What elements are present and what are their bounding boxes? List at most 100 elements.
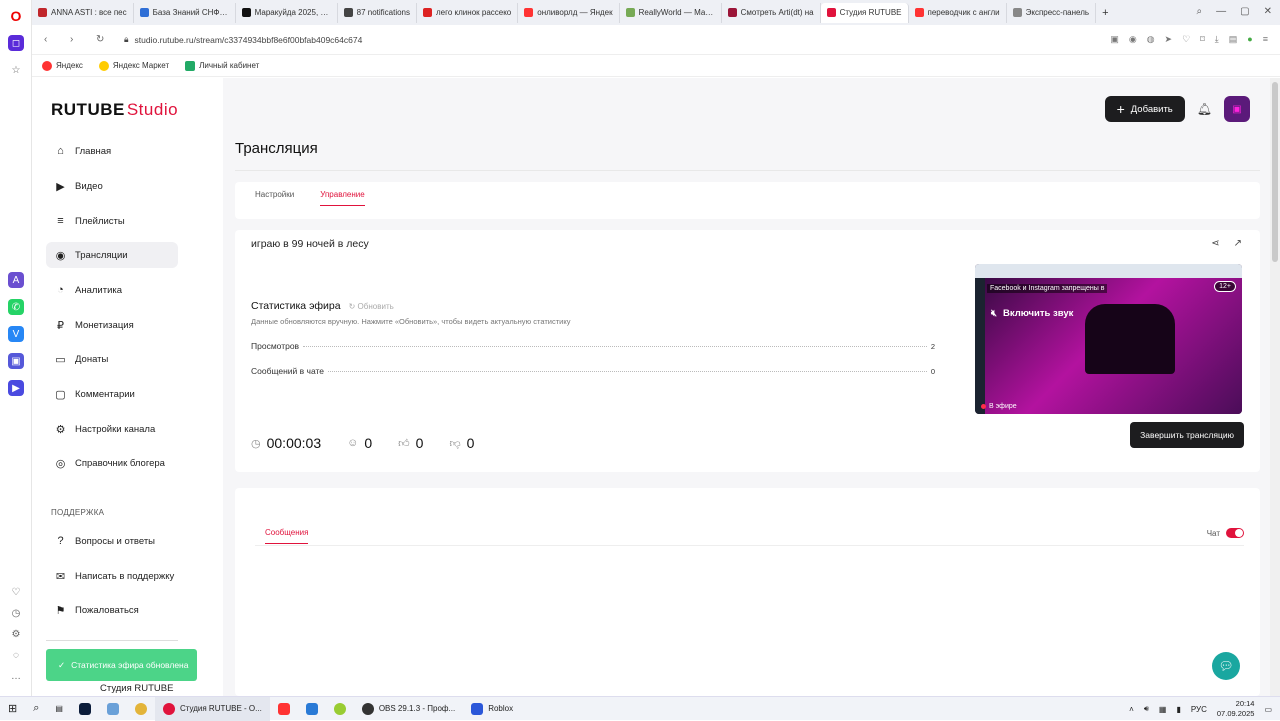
translate-icon[interactable]: ◍ [1147, 34, 1155, 45]
settings-icon[interactable]: ⚙ [8, 626, 24, 642]
external-link-icon[interactable]: ↗ [1234, 238, 1242, 249]
rutube-studio-logo[interactable]: RUTUBE Studio [51, 100, 178, 120]
browser-tab-active[interactable]: Студия RUTUBE [820, 2, 909, 23]
opera-logo-icon[interactable]: O [8, 8, 24, 24]
bulb-icon[interactable]: ◌ [8, 647, 24, 663]
sidebar-item-donations[interactable]: ▭ Донаты [46, 346, 178, 372]
bell-icon[interactable]: 🔔︎ [1197, 102, 1212, 116]
history-icon[interactable]: ◷ [8, 605, 24, 621]
download-icon[interactable]: ⤓ [1215, 34, 1219, 45]
back-icon[interactable]: ‹ [44, 34, 58, 45]
sidebar-item-blogger-guide[interactable]: ◎ Справочник блогера [46, 450, 178, 476]
scrollbar-thumb[interactable] [1272, 82, 1278, 262]
tab-messages[interactable]: Сообщения [265, 528, 309, 544]
browser-tab[interactable]: переводчик с англи [909, 2, 1007, 23]
unmute-button[interactable]: 🔇︎ Включить звук [991, 308, 1073, 319]
bookmark-cabinet[interactable]: Личный кабинет [185, 60, 259, 71]
browser-tab[interactable]: онливорлд — Яндек [518, 2, 620, 23]
new-tab-icon[interactable]: + [1102, 7, 1108, 19]
minimize-icon[interactable]: — [1216, 6, 1226, 17]
search-button[interactable]: ⌕ [25, 697, 47, 721]
sidebar-item-analytics[interactable]: ◔ Аналитика [46, 277, 178, 303]
help-chat-button[interactable]: 💬︎ [1212, 652, 1240, 680]
sidebar-item-label: Трансляции [75, 249, 128, 261]
taskbar-colorful-app[interactable] [326, 697, 354, 721]
browser-tab[interactable]: Экспресс-панель [1007, 2, 1097, 23]
notifications-icon[interactable]: ▭ [1264, 705, 1272, 714]
chat-toggle[interactable]: Чат [1207, 528, 1244, 538]
sidebar-item-write-support[interactable]: ✉ Написать в поддержку [46, 563, 178, 589]
browser-tab[interactable]: ReallyWorld — Магаз [620, 2, 722, 23]
sidebar-item-home[interactable]: ⌂ Главная [46, 138, 178, 164]
page-scrollbar[interactable] [1270, 78, 1280, 696]
search-tabs-icon[interactable]: ⌕ [1197, 6, 1203, 17]
avatar[interactable]: ▣ [1224, 96, 1250, 122]
stream-preview-player[interactable]: Facebook и Instagram запрещены в 12+ 🔇︎ В… [975, 264, 1242, 414]
camera-icon[interactable]: ◉ [1129, 34, 1137, 45]
aria-icon[interactable]: A [8, 272, 24, 288]
whatsapp-icon[interactable]: ✆ [8, 299, 24, 315]
sidebar-item-faq[interactable]: ? Вопросы и ответы [46, 528, 178, 554]
sidebar-item-monetization[interactable]: ₽ Монетизация [46, 312, 178, 338]
taskbar-photoshop[interactable] [71, 697, 99, 721]
language-indicator[interactable]: РУС [1191, 705, 1207, 714]
workspace-icon[interactable]: ◻ [8, 35, 24, 51]
chevron-up-icon[interactable]: ˄ [1129, 705, 1134, 714]
messenger-icon[interactable]: ▣ [8, 353, 24, 369]
close-icon[interactable]: ✕ [1264, 6, 1272, 17]
toggle-switch[interactable] [1226, 528, 1244, 538]
browser-tab[interactable]: лего клинок рассеко [417, 2, 519, 23]
menu-icon[interactable]: ≡ [1263, 34, 1268, 45]
clock[interactable]: 20:14 07.09.2025 [1217, 699, 1255, 719]
browser-tab[interactable]: ANNA ASTI : все пес [32, 2, 134, 23]
sidebar-item-report[interactable]: ⚑ Пожаловаться [46, 597, 178, 623]
wallet-icon[interactable]: ▤ [1229, 34, 1238, 45]
bookmark-yandex[interactable]: Яндекс [42, 60, 83, 71]
sidebar-item-channel-settings[interactable]: ⚙ Настройки канала [46, 416, 178, 442]
browser-tab[interactable]: База Знаний СНФПС [134, 2, 236, 23]
taskbar-vscode[interactable] [298, 697, 326, 721]
browser-tab[interactable]: 87 notifications [338, 2, 418, 23]
refresh-stats-button[interactable]: ↻ Обновить [349, 302, 394, 311]
bookmark-yandex-market[interactable]: Яндекс Маркет [98, 60, 169, 71]
task-view-button[interactable]: ▤ [47, 697, 71, 721]
speaker-icon[interactable]: 🔊︎ [1144, 704, 1149, 714]
sidebar-item-playlists[interactable]: ≡ Плейлисты [46, 208, 178, 234]
heart-icon[interactable]: ♡ [1182, 34, 1190, 45]
maximize-icon[interactable]: ▢ [1240, 6, 1249, 17]
sidebar-item-streams[interactable]: ◉ Трансляции [46, 242, 178, 268]
reload-icon[interactable]: ↻ [96, 34, 110, 45]
taskbar-chrome[interactable] [127, 697, 155, 721]
pin-icon[interactable]: ☆ [8, 62, 24, 78]
battery-icon[interactable]: ▮ [1176, 705, 1180, 714]
taskbar-roblox-window[interactable]: Roblox [463, 697, 521, 721]
sidebar-item-comments[interactable]: ▢ Комментарии [46, 381, 178, 407]
network-icon[interactable]: ▦ [1159, 705, 1167, 714]
url-field[interactable]: 🔒︎ studio.rutube.ru/stream/c3374934bbf8e… [124, 34, 362, 45]
taskbar-yandex[interactable] [270, 697, 298, 721]
vk-icon[interactable]: V [8, 326, 24, 342]
add-button[interactable]: + Добавить [1104, 96, 1185, 122]
more-icon[interactable]: … [8, 668, 24, 684]
taskbar-rutube-window[interactable]: Студия RUTUBE - О... [154, 696, 270, 721]
heart-icon[interactable]: ♡ [8, 584, 24, 600]
browser-tab[interactable]: Маракуйда 2025, Рос [236, 2, 338, 23]
send-icon[interactable]: ➤ [1165, 34, 1173, 45]
sidebar-item-video[interactable]: ▶ Видео [46, 173, 178, 199]
stats-note: Данные обновляются вручную. Нажмите «Обн… [251, 317, 571, 326]
bookmark-icon[interactable]: ⌑ [1200, 34, 1205, 45]
page-tool-icon[interactable]: ▣ [1110, 34, 1119, 45]
taskbar-obs-window[interactable]: OBS 29.1.3 - Проф... [354, 697, 463, 721]
browser-tab[interactable]: Смотреть Arti(dt) на [722, 2, 821, 23]
sidebar-item-label: Написать в поддержку [75, 570, 175, 582]
share-icon[interactable]: ⋖ [1211, 238, 1219, 249]
tab-settings[interactable]: Настройки [255, 190, 294, 206]
end-stream-button[interactable]: Завершить трансляцию [1130, 422, 1244, 448]
player-icon[interactable]: ▶ [8, 380, 24, 396]
taskbar-notepad[interactable] [99, 697, 127, 721]
ruble-icon: ₽ [57, 319, 64, 332]
tab-management[interactable]: Управление [320, 190, 365, 206]
start-button[interactable]: ⊞ [0, 697, 25, 721]
extension-icon[interactable]: ● [1247, 34, 1252, 45]
forward-icon[interactable]: › [70, 34, 84, 45]
